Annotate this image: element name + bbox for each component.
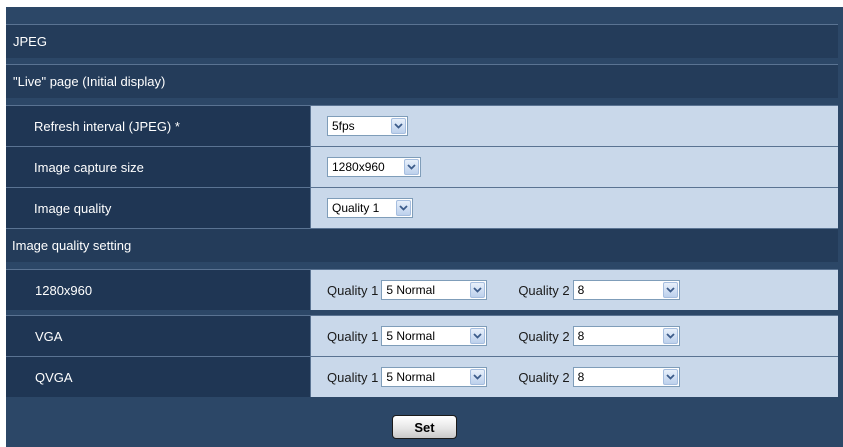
image-capture-size-row: Image capture size 1280x960 — [6, 146, 838, 187]
image-capture-size-cell: 1280x960 — [310, 147, 838, 187]
chevron-down-icon[interactable] — [404, 159, 419, 175]
quality1-label: Quality 1 — [327, 282, 379, 298]
chevron-down-icon[interactable] — [470, 369, 486, 385]
select-value: Quality 1 — [332, 201, 380, 215]
select-value: 5fps — [332, 119, 355, 133]
refresh-interval-row: Refresh interval (JPEG) * 5fps — [6, 105, 838, 146]
chevron-down-icon[interactable] — [470, 328, 486, 344]
section-header-jpeg: JPEG — [6, 24, 838, 58]
chevron-down-icon[interactable] — [662, 328, 678, 344]
image-quality-label: Image quality — [6, 188, 310, 228]
image-capture-size-select[interactable]: 1280x960 — [327, 157, 421, 177]
select-value: 1280x960 — [332, 160, 385, 174]
image-quality-select[interactable]: Quality 1 — [327, 198, 413, 218]
select-value: 8 — [577, 329, 585, 343]
quality-row-cell: Quality 1 5 Normal Quality 2 8 — [310, 316, 838, 356]
quality2-label: Quality 2 — [518, 282, 570, 298]
quality-row-label: VGA — [6, 316, 310, 356]
quality1-select[interactable]: 5 Normal — [381, 280, 488, 300]
quality2-select[interactable]: 8 — [572, 280, 680, 300]
chevron-down-icon[interactable] — [662, 369, 678, 385]
chevron-down-icon[interactable] — [662, 282, 678, 298]
quality-row-qvga: QVGA Quality 1 5 Normal Quality 2 8 — [6, 356, 838, 397]
quality2-label: Quality 2 — [518, 369, 570, 385]
button-bar: Set — [0, 415, 843, 447]
refresh-interval-label: Refresh interval (JPEG) * — [6, 106, 310, 146]
quality-row-label: QVGA — [6, 357, 310, 397]
image-quality-cell: Quality 1 — [310, 188, 838, 228]
quality1-select[interactable]: 5 Normal — [381, 367, 488, 387]
quality1-select[interactable]: 5 Normal — [381, 326, 488, 346]
quality1-label: Quality 1 — [327, 328, 379, 344]
select-value: 5 Normal — [386, 329, 435, 343]
select-value: 5 Normal — [386, 283, 435, 297]
quality2-select[interactable]: 8 — [572, 367, 680, 387]
quality-row-cell: Quality 1 5 Normal Quality 2 8 — [310, 357, 838, 397]
image-capture-size-label: Image capture size — [6, 147, 310, 187]
quality-row-1280x960: 1280x960 Quality 1 5 Normal Quality 2 8 — [6, 269, 838, 310]
quality-row-vga: VGA Quality 1 5 Normal Quality 2 8 — [6, 315, 838, 356]
select-value: 8 — [577, 283, 585, 297]
chevron-down-icon[interactable] — [470, 282, 486, 298]
quality-row-label: 1280x960 — [6, 270, 310, 310]
select-value: 5 Normal — [386, 370, 435, 384]
quality2-label: Quality 2 — [518, 328, 570, 344]
quality-row-cell: Quality 1 5 Normal Quality 2 8 — [310, 270, 838, 310]
section-title: JPEG — [13, 34, 47, 49]
section-title: "Live" page (Initial display) — [13, 74, 166, 89]
chevron-down-icon[interactable] — [396, 200, 411, 216]
section-header-live-page: "Live" page (Initial display) — [6, 64, 838, 98]
image-quality-row: Image quality Quality 1 — [6, 187, 838, 228]
section-header-quality-setting: Image quality setting — [6, 228, 838, 262]
refresh-interval-cell: 5fps — [310, 106, 838, 146]
section-title: Image quality setting — [12, 238, 132, 253]
quality1-label: Quality 1 — [327, 369, 379, 385]
chevron-down-icon[interactable] — [391, 118, 406, 134]
refresh-interval-select[interactable]: 5fps — [327, 116, 408, 136]
set-button[interactable]: Set — [392, 415, 457, 439]
select-value: 8 — [577, 370, 585, 384]
quality2-select[interactable]: 8 — [572, 326, 680, 346]
